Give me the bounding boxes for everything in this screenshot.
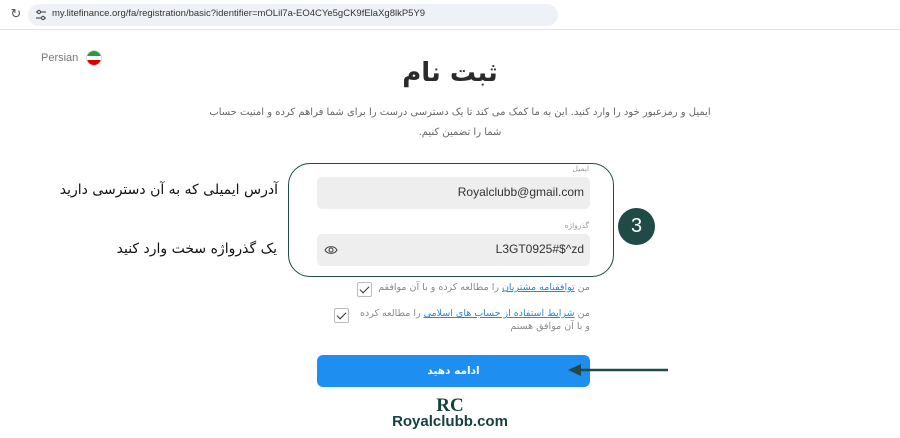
- step-number-badge: 3: [618, 208, 655, 245]
- email-field[interactable]: Royalclubb@gmail.com: [317, 177, 590, 209]
- browser-address-bar: ↻ my.litefinance.org/fa/registration/bas…: [0, 0, 900, 30]
- password-annotation-note: یک گذرواژه سخت وارد کنید: [116, 241, 277, 257]
- reload-icon[interactable]: ↻: [8, 7, 24, 23]
- page-title: ثبت نام: [402, 58, 498, 88]
- arrow-pointer-icon: [568, 364, 668, 376]
- agreement-checkbox-islamic[interactable]: [334, 308, 349, 323]
- url-field[interactable]: my.litefinance.org/fa/registration/basic…: [28, 4, 558, 26]
- svg-text:RC: RC: [436, 395, 463, 415]
- email-value: Royalclubb@gmail.com: [457, 185, 584, 199]
- continue-button[interactable]: ادامه دهید: [317, 355, 590, 387]
- agreement-row-customer: من توافقنامه مشتریان را مطالعه کرده و با…: [357, 281, 590, 297]
- rc-logo-icon: RC: [436, 395, 463, 415]
- watermark-logo: RC Royalclubb.com: [390, 393, 510, 433]
- password-value: L3GT0925#$^zd: [495, 242, 584, 256]
- url-text: my.litefinance.org/fa/registration/basic…: [52, 8, 426, 19]
- email-annotation-note: آدرس ایمیلی که به آن دسترسی دارید: [59, 182, 278, 198]
- page-description: ایمیل و رمزعبور خود را وارد کنید. این به…: [209, 107, 711, 138]
- eye-icon[interactable]: [324, 244, 338, 256]
- agreement-text-customer: من توافقنامه مشتریان را مطالعه کرده و با…: [378, 282, 590, 293]
- agreement-row-islamic: من شرایط استفاده از حساب های اسلامی را م…: [334, 307, 590, 333]
- site-settings-icon[interactable]: [34, 8, 48, 22]
- agreement-text-islamic: من شرایط استفاده از حساب های اسلامی را م…: [360, 308, 590, 332]
- islamic-terms-link[interactable]: شرایط استفاده از حساب های اسلامی: [424, 308, 575, 319]
- email-label: ایمیل: [572, 164, 589, 173]
- watermark-text: Royalclubb.com: [392, 413, 508, 430]
- customer-agreement-link[interactable]: توافقنامه مشتریان: [502, 282, 575, 293]
- password-field[interactable]: L3GT0925#$^zd: [317, 234, 590, 266]
- password-label: گذرواژه: [564, 221, 589, 230]
- agreement-checkbox-customer[interactable]: [357, 282, 373, 297]
